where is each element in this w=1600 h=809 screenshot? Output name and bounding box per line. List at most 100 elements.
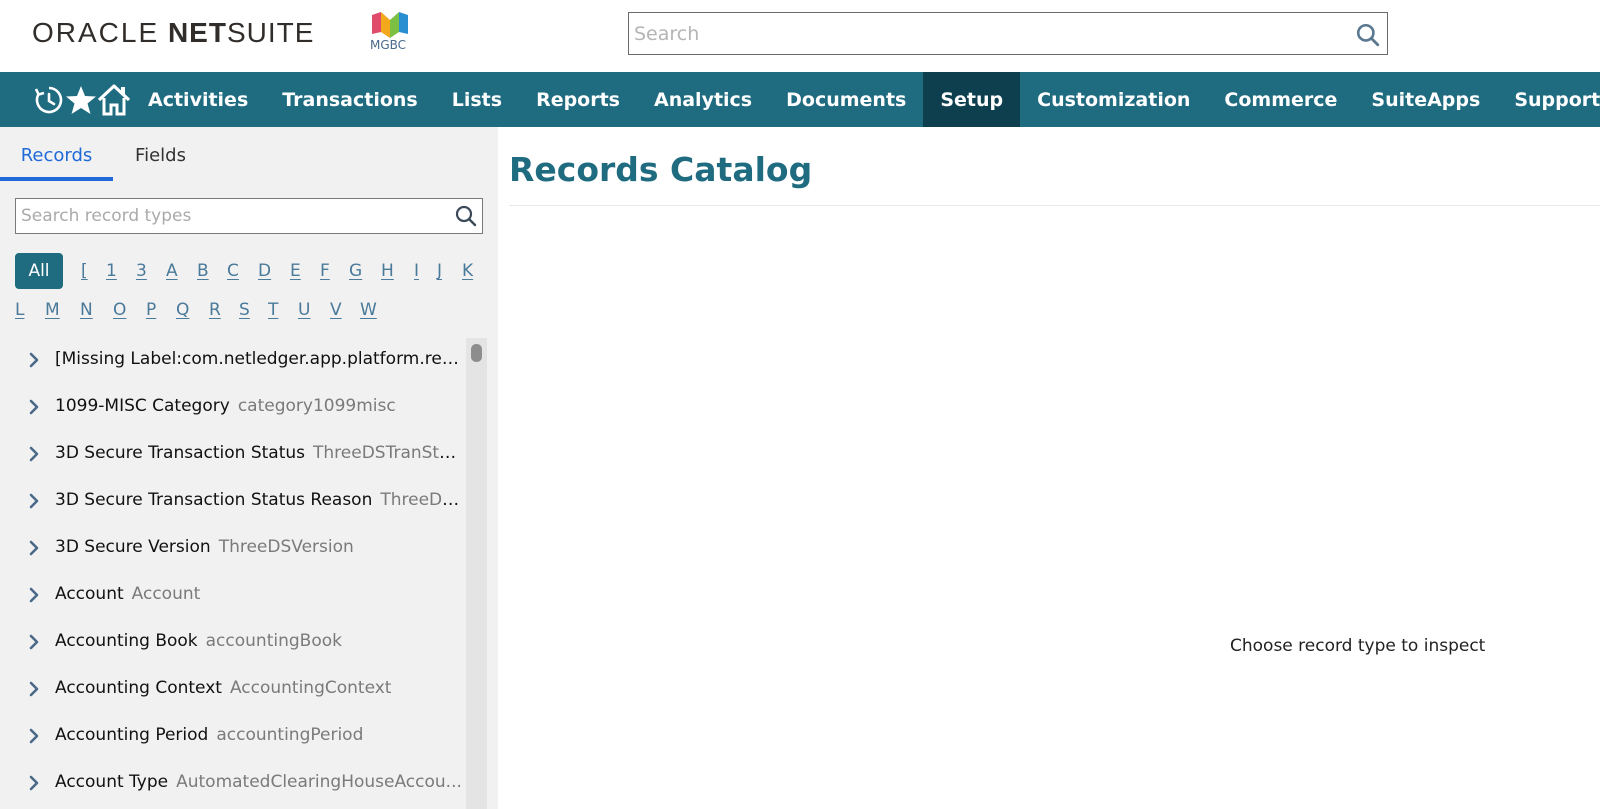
header-bar: ORACLE NETSUITE MGBC xyxy=(0,0,1600,72)
recent-records-icon xyxy=(34,86,63,113)
filter-letter[interactable]: D xyxy=(258,261,271,281)
list-scrollbar[interactable] xyxy=(466,338,487,809)
record-type-id: ThreeDSVersion xyxy=(218,537,354,557)
record-types-panel: Records Fields All [13ABCDEFGHIJKLMNOPQR… xyxy=(0,127,498,809)
filter-letter[interactable]: O xyxy=(113,300,126,320)
filter-letter[interactable]: V xyxy=(330,300,342,320)
filter-letter[interactable]: N xyxy=(80,300,93,320)
chevron-right-icon[interactable] xyxy=(26,726,42,746)
global-search-box[interactable] xyxy=(628,12,1388,55)
nav-suiteapps[interactable]: SuiteApps xyxy=(1354,72,1497,127)
chevron-right-icon[interactable] xyxy=(26,773,42,793)
record-type-label[interactable]: Account Type AutomatedClearingHouseAccou.… xyxy=(55,772,462,792)
record-type-label[interactable]: Accounting Book accountingBook xyxy=(55,631,342,651)
filter-letter[interactable]: C xyxy=(227,261,239,281)
filter-letter[interactable]: W xyxy=(360,300,377,320)
favorites-button[interactable] xyxy=(65,72,97,127)
chevron-right-icon[interactable] xyxy=(26,585,42,605)
filter-letter[interactable]: 1 xyxy=(106,261,117,281)
nav-activities[interactable]: Activities xyxy=(131,72,265,127)
record-type-name: [Missing Label:com.netledger.app.platfor… xyxy=(55,349,465,369)
record-type-name: Account xyxy=(55,584,124,604)
filter-letter[interactable]: E xyxy=(290,261,301,281)
home-icon xyxy=(97,83,131,115)
nav-documents[interactable]: Documents xyxy=(769,72,923,127)
record-type-row[interactable]: Accounting Book accountingBook xyxy=(0,620,466,667)
record-type-label[interactable]: 1099-MISC Category category1099misc xyxy=(55,396,396,416)
record-type-id: AccountingContext xyxy=(229,678,392,698)
record-type-label[interactable]: [Missing Label:com.netledger.app.platfor… xyxy=(55,349,465,369)
nav-analytics[interactable]: Analytics xyxy=(637,72,769,127)
filter-letter[interactable]: A xyxy=(166,261,178,281)
record-type-row[interactable]: [Missing Label:com.netledger.app.platfor… xyxy=(0,338,466,385)
record-type-label[interactable]: Accounting Context AccountingContext xyxy=(55,678,391,698)
record-type-label[interactable]: Accounting Period accountingPeriod xyxy=(55,725,363,745)
record-type-row[interactable]: Account Type AutomatedClearingHouseAccou.… xyxy=(0,761,466,808)
chevron-right-icon[interactable] xyxy=(26,350,42,370)
record-type-row[interactable]: 3D Secure Transaction Status ThreeDSTranS… xyxy=(0,432,466,479)
filter-letter[interactable]: G xyxy=(349,261,362,281)
record-type-row[interactable]: Account Account xyxy=(0,573,466,620)
chevron-right-icon[interactable] xyxy=(26,679,42,699)
empty-state-message: Choose record type to inspect xyxy=(1230,636,1486,656)
record-type-row[interactable]: 3D Secure Version ThreeDSVersion xyxy=(0,526,466,573)
filter-letter[interactable]: L xyxy=(15,300,24,320)
filter-letter[interactable]: M xyxy=(45,300,60,320)
record-search-input[interactable] xyxy=(16,199,436,233)
record-type-row[interactable]: 3D Secure Transaction Status Reason Three… xyxy=(0,479,466,526)
filter-letter[interactable]: J xyxy=(437,261,442,281)
filter-letter[interactable]: R xyxy=(209,300,221,320)
filter-letter[interactable]: B xyxy=(197,261,209,281)
filter-letter[interactable]: K xyxy=(462,261,473,281)
record-type-row[interactable]: 1099-MISC Category category1099misc xyxy=(0,385,466,432)
tab-records[interactable]: Records xyxy=(0,127,113,183)
nav-setup[interactable]: Setup xyxy=(923,72,1021,127)
filter-letter[interactable]: F xyxy=(320,261,330,281)
chevron-right-icon[interactable] xyxy=(26,632,42,652)
nav-transactions[interactable]: Transactions xyxy=(265,72,434,127)
chevron-right-icon[interactable] xyxy=(26,491,42,511)
panel-tabs: Records Fields xyxy=(0,127,498,183)
filter-letter[interactable]: T xyxy=(268,300,278,320)
record-type-label[interactable]: 3D Secure Transaction Status ThreeDSTranS… xyxy=(55,443,465,463)
scrollbar-thumb[interactable] xyxy=(471,344,482,362)
record-type-label[interactable]: 3D Secure Version ThreeDSVersion xyxy=(55,537,354,557)
record-type-row[interactable]: Accounting Period accountingPeriod xyxy=(0,714,466,761)
chevron-right-icon[interactable] xyxy=(26,538,42,558)
chevron-right-icon[interactable] xyxy=(26,397,42,417)
home-button[interactable] xyxy=(97,72,131,127)
record-type-label[interactable]: 3D Secure Transaction Status Reason Three… xyxy=(55,490,465,510)
oracle-netsuite-logo[interactable]: ORACLE NETSUITE xyxy=(32,17,314,49)
tab-fields[interactable]: Fields xyxy=(113,127,208,183)
nav-customization[interactable]: Customization xyxy=(1020,72,1207,127)
filter-letter[interactable]: Q xyxy=(176,300,189,320)
record-type-label[interactable]: Account Account xyxy=(55,584,200,604)
filter-letter[interactable]: H xyxy=(381,261,394,281)
recent-records-button[interactable] xyxy=(33,72,65,127)
nav-commerce[interactable]: Commerce xyxy=(1207,72,1354,127)
filter-all-button[interactable]: All xyxy=(15,253,63,289)
filter-letter[interactable]: P xyxy=(146,300,156,320)
search-icon[interactable] xyxy=(1355,22,1381,48)
title-divider xyxy=(509,205,1600,206)
logo-net-text: NET xyxy=(167,17,227,48)
record-type-id: ThreeDSTranStat... xyxy=(313,443,465,463)
record-type-name: Accounting Book xyxy=(55,631,198,651)
record-type-list-items: [Missing Label:com.netledger.app.platfor… xyxy=(0,338,466,809)
filter-letter[interactable]: 3 xyxy=(136,261,147,281)
nav-support[interactable]: Support xyxy=(1497,72,1600,127)
nav-reports[interactable]: Reports xyxy=(519,72,637,127)
record-type-name: 1099-MISC Category xyxy=(55,396,230,416)
filter-letter[interactable]: U xyxy=(298,300,310,320)
record-search-box[interactable] xyxy=(15,198,483,234)
search-icon[interactable] xyxy=(454,204,478,228)
global-search-input[interactable] xyxy=(629,13,1329,54)
filter-letter[interactable]: S xyxy=(239,300,250,320)
chevron-right-icon[interactable] xyxy=(26,444,42,464)
filter-letter[interactable]: [ xyxy=(81,261,88,281)
record-type-row[interactable]: Accounting Context AccountingContext xyxy=(0,667,466,714)
nav-lists[interactable]: Lists xyxy=(435,72,519,127)
record-type-id: AutomatedClearingHouseAccou... xyxy=(176,772,462,792)
main-navigation: Activities Transactions Lists Reports An… xyxy=(0,72,1600,127)
filter-letter[interactable]: I xyxy=(414,261,419,281)
